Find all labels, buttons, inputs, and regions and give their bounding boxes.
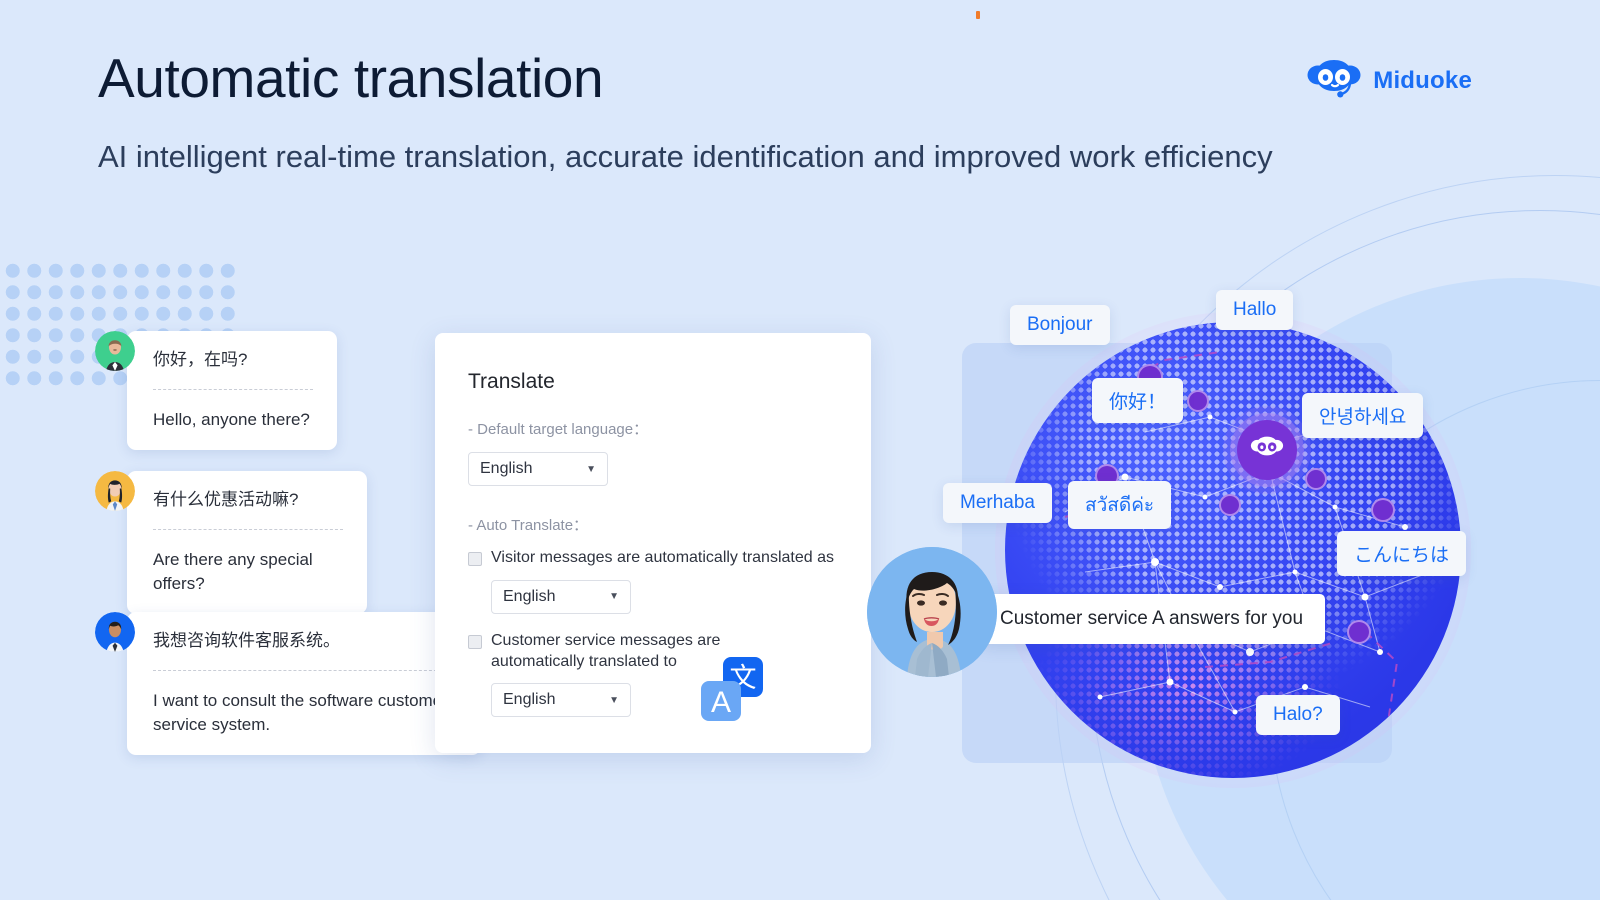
pill-halo[interactable]: Halo? [1256,695,1340,735]
globe-node [1219,494,1241,516]
default-target-language-label: - Default target language： [468,421,649,438]
chat-message-1: 你好，在吗? Hello, anyone there? [95,331,337,450]
agent-rule-row[interactable]: Customer service messages are automatica… [468,631,839,673]
globe-node [1371,498,1395,522]
chat-bubble: 我想咨询软件客服系统。 I want to consult the softwa… [127,612,481,755]
chat-message-2: 有什么优惠活动嘛? Are there any special offers? [95,471,367,614]
pill-thai[interactable]: สวัสดีค่ะ [1068,481,1172,529]
globe-node [1305,468,1327,490]
visitor-rule-checkbox[interactable] [468,552,482,566]
chat-message-3: 我想咨询软件客服系统。 I want to consult the softwa… [95,612,481,755]
select-value: English [480,460,533,477]
agent-rule-language-select[interactable]: English ▼ [491,683,631,718]
message-translation: Hello, anyone there? [153,409,310,429]
chevron-down-icon: ▼ [586,463,596,475]
agent-rule-checkbox[interactable] [468,634,482,649]
chat-bubble: 你好，在吗? Hello, anyone there? [127,331,337,450]
monkey-node-icon [1250,435,1284,465]
visitor-rule-language-select[interactable]: English ▼ [491,579,631,614]
page-subtitle: AI intelligent real-time translation, ac… [98,138,1273,174]
svg-text:A: A [711,686,731,719]
visitor-avatar-orange [95,471,135,511]
visitor-rule-row[interactable]: Visitor messages are automatically trans… [468,548,839,569]
visitor-rule-label: Visitor messages are automatically trans… [491,549,834,566]
globe-node [1347,620,1371,644]
customer-service-agent-avatar [867,547,997,677]
message-original: 我想咨询软件客服系统。 [153,630,457,671]
default-target-language-select[interactable]: English ▼ [468,452,608,486]
page-root: Automatic translation AI intelligent rea… [0,0,1600,900]
pill-merhaba[interactable]: Merhaba [943,483,1052,523]
visitor-avatar-blue [95,612,135,652]
chat-bubble: 有什么优惠活动嘛? Are there any special offers? [127,471,367,614]
message-translation: I want to consult the software customer … [153,690,448,734]
auto-translate-label: - Auto Translate： [468,517,589,534]
header: Automatic translation AI intelligent rea… [98,48,1428,179]
message-original: 有什么优惠活动嘛? [153,489,343,530]
globe-core-node [1237,420,1297,480]
card-title: Translate [468,370,555,393]
pill-nihao[interactable]: 你好！ [1092,378,1184,423]
translate-icon: 文 A [697,655,767,725]
monkey-headset-logo-icon [1306,58,1362,103]
agent-speech-bubble: Customer service A answers for you [966,594,1326,644]
globe-node [1187,390,1209,412]
translate-settings-card: Translate - Default target language： Eng… [435,333,871,753]
select-value: English [503,691,556,709]
message-translation: Are there any special offers? [153,549,313,593]
pill-bonjour[interactable]: Bonjour [1010,305,1110,345]
select-value: English [503,587,556,605]
pill-japanese[interactable]: こんにちは [1337,531,1467,576]
visitor-avatar-green [95,331,135,371]
decorative-speck [976,11,980,19]
page-title: Automatic translation [98,47,604,109]
pill-hallo[interactable]: Hallo [1216,290,1294,330]
pill-korean[interactable]: 안녕하세요 [1302,393,1424,438]
brand-logo[interactable]: Miduoke [1306,58,1472,103]
brand-name: Miduoke [1373,66,1472,94]
chevron-down-icon: ▼ [609,694,619,706]
chevron-down-icon: ▼ [609,591,619,603]
message-original: 你好，在吗? [153,349,313,390]
